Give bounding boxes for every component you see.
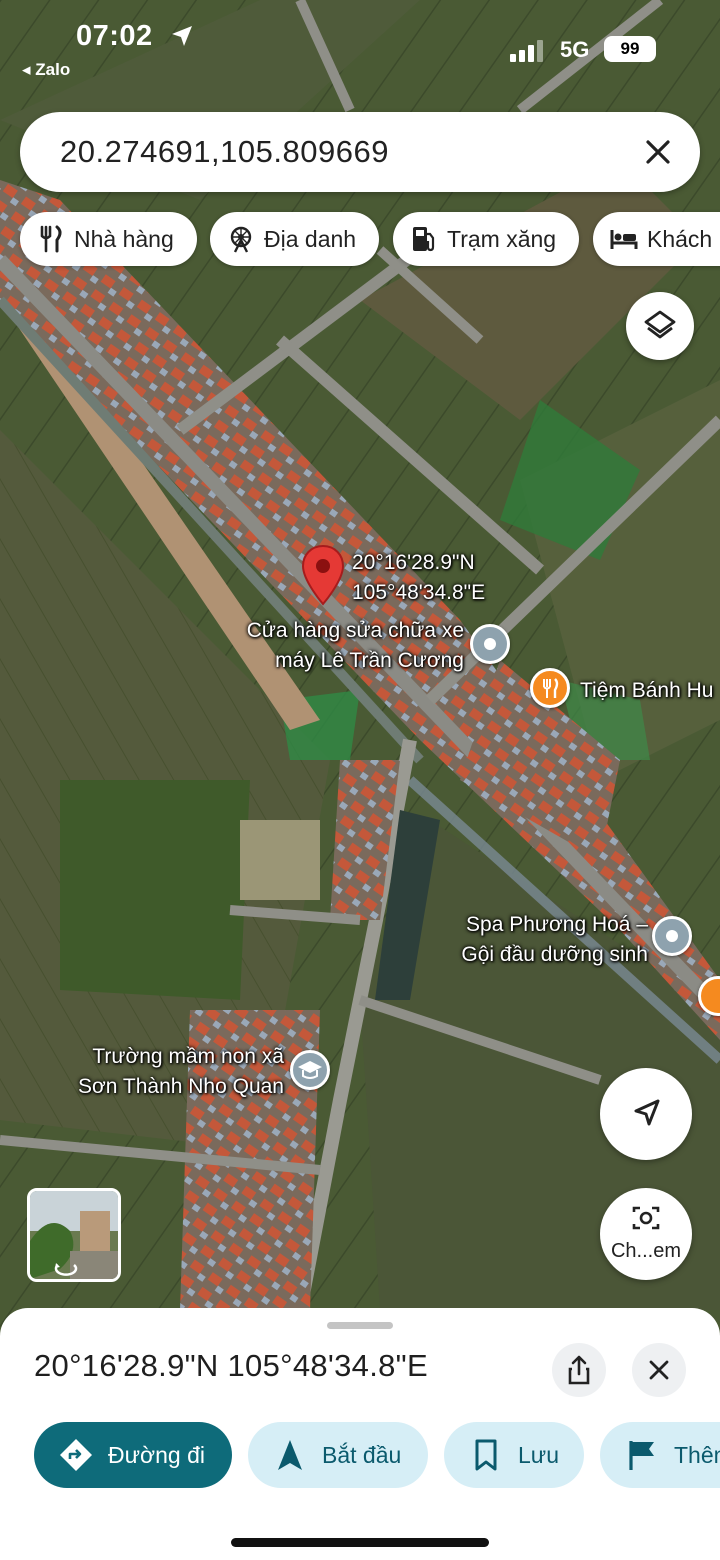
street-view-thumbnail[interactable]	[27, 1188, 121, 1282]
save-button[interactable]: Lưu	[444, 1422, 584, 1488]
camera-lens-icon	[632, 1206, 660, 1230]
chip-label: Khách	[647, 225, 713, 252]
poi-label-kindergarten[interactable]: Trường mầm non xã Sơn Thành Nho Quan	[40, 1042, 284, 1102]
place-title: 20°16'28.9"N 105°48'34.8"E	[34, 1348, 428, 1383]
more-label: Thêm	[674, 1441, 720, 1468]
pin-coordinate-label: 20°16'28.9"N 105°48'34.8"E	[352, 548, 485, 608]
chip-gas-stations[interactable]: Trạm xăng	[393, 212, 579, 266]
share-button[interactable]	[552, 1343, 606, 1397]
status-bar: 07:02 ◂ Zalo 5G 99	[0, 0, 720, 90]
sheet-drag-handle[interactable]	[327, 1322, 393, 1329]
poi-label-line: máy Lê Trần Cương	[275, 649, 464, 672]
poi-label-line: Spa Phương Hoá –	[466, 913, 648, 936]
location-services-icon	[172, 26, 192, 46]
chip-landmarks[interactable]: Địa danh	[210, 212, 379, 266]
pin-lat-text: 20°16'28.9"N	[352, 551, 475, 574]
chip-hotels[interactable]: Khách	[593, 212, 720, 266]
close-icon	[649, 1360, 669, 1380]
poi-label-repair-shop[interactable]: Cửa hàng sửa chữa xe máy Lê Trần Cương	[224, 616, 464, 676]
directions-label: Đường đi	[108, 1441, 205, 1468]
poi-label-line: Sơn Thành Nho Quan	[77, 1075, 284, 1098]
chip-label: Nhà hàng	[74, 225, 174, 252]
navigation-arrow-icon	[278, 1440, 302, 1470]
bookmark-icon	[475, 1439, 497, 1471]
category-chips: Nhà hàng Địa danh Trạm xăng Khách	[20, 212, 720, 268]
poi-label-line: Cửa hàng sửa chữa xe	[246, 619, 464, 642]
clock-text: 07:02	[76, 20, 153, 52]
ferris-wheel-icon	[230, 226, 252, 253]
street-view-image	[30, 1191, 118, 1279]
restaurant-poi-marker-icon[interactable]	[530, 668, 570, 708]
directions-button[interactable]: Đường đi	[34, 1422, 232, 1488]
navigation-arrow-icon	[634, 1099, 660, 1126]
battery-indicator: 99	[604, 36, 656, 62]
share-icon	[568, 1355, 590, 1385]
gas-pump-icon	[413, 227, 435, 252]
close-icon[interactable]	[640, 134, 676, 170]
my-location-button[interactable]	[600, 1068, 692, 1160]
layers-button[interactable]	[626, 292, 694, 360]
close-sheet-button[interactable]	[632, 1343, 686, 1397]
poi-label-bakery[interactable]: Tiệm Bánh Hu	[580, 676, 713, 706]
poi-label-line: Trường mầm non xã	[92, 1045, 284, 1068]
more-button[interactable]: Thêm	[600, 1422, 720, 1488]
start-label: Bắt đầu	[322, 1441, 402, 1468]
lens-label: Ch...em	[610, 1240, 682, 1262]
chip-label: Địa danh	[264, 225, 357, 252]
generic-poi-marker-icon[interactable]	[652, 916, 692, 956]
generic-poi-marker-icon[interactable]	[470, 624, 510, 664]
poi-label-line: Gội đầu dưỡng sinh	[461, 943, 648, 966]
cellular-signal-icon	[510, 40, 543, 62]
place-bottom-sheet[interactable]: 20°16'28.9"N 105°48'34.8"E Đường đi Bắt …	[0, 1308, 720, 1560]
fork-knife-icon	[40, 225, 62, 253]
search-bar[interactable]: 20.274691,105.809669	[20, 112, 700, 192]
location-pin-icon[interactable]	[300, 544, 346, 606]
home-indicator[interactable]	[231, 1538, 489, 1547]
pin-lng-text: 105°48'34.8"E	[352, 581, 486, 604]
chip-label: Trạm xăng	[447, 225, 557, 252]
bed-icon	[610, 230, 638, 249]
lens-button[interactable]: Ch...em	[600, 1188, 692, 1280]
start-button[interactable]: Bắt đầu	[248, 1422, 428, 1488]
flag-icon	[629, 1441, 654, 1470]
search-query-text[interactable]: 20.274691,105.809669	[60, 134, 389, 170]
chip-restaurants[interactable]: Nhà hàng	[20, 212, 197, 266]
save-label: Lưu	[518, 1441, 559, 1468]
network-type-text: 5G	[560, 37, 590, 62]
directions-icon	[60, 1439, 92, 1471]
back-to-app-link[interactable]: ◂ Zalo	[22, 60, 70, 80]
layers-icon	[644, 310, 676, 339]
action-buttons-row: Đường đi Bắt đầu Lưu Thêm	[34, 1422, 720, 1490]
poi-label-spa[interactable]: Spa Phương Hoá – Gội đầu dưỡng sinh	[420, 910, 648, 970]
school-poi-marker-icon[interactable]	[290, 1050, 330, 1090]
